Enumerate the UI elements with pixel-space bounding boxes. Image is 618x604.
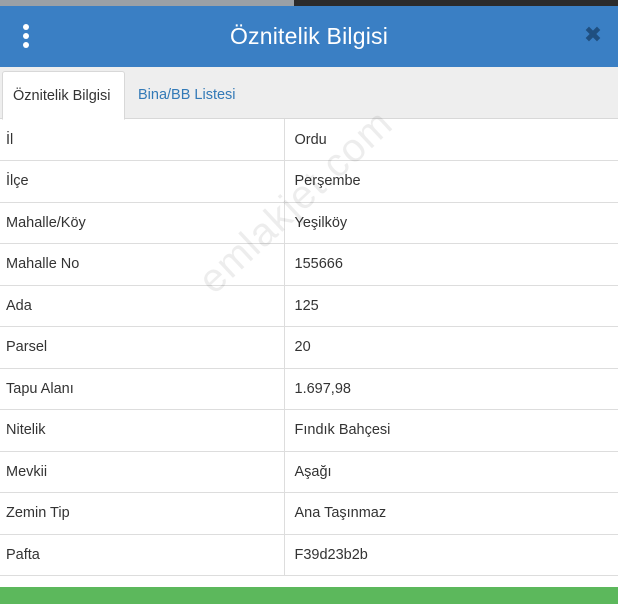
- table-row: Zemin Tip Ana Taşınmaz: [0, 492, 618, 535]
- table-row: İl Ordu: [0, 119, 618, 161]
- row-value: 1.697,98: [284, 368, 618, 410]
- attribute-table: İl Ordu İlçe Perşembe Mahalle/Köy Yeşilk…: [0, 119, 618, 576]
- row-key: Mahalle No: [0, 243, 285, 286]
- table-row: Mahalle/Köy Yeşilköy: [0, 202, 618, 244]
- dialog-header: Öznitelik Bilgisi ✖: [0, 6, 618, 67]
- table-row: Parsel 20: [0, 326, 618, 369]
- row-key: Mahalle/Köy: [0, 202, 285, 244]
- row-value: 155666: [284, 243, 618, 286]
- row-value: 125: [284, 285, 618, 327]
- row-key: Zemin Tip: [0, 492, 285, 535]
- row-key: İl: [0, 119, 285, 161]
- row-key: Ada: [0, 285, 285, 327]
- table-row: Mahalle No 155666: [0, 243, 618, 286]
- row-key: İlçe: [0, 160, 285, 203]
- vertical-ellipsis-icon-dot: [23, 33, 29, 39]
- row-value: Ordu: [284, 119, 618, 161]
- row-key: Tapu Alanı: [0, 368, 285, 410]
- row-value: Fındık Bahçesi: [284, 409, 618, 452]
- row-key: Pafta: [0, 534, 285, 576]
- vertical-ellipsis-icon-dot: [23, 42, 29, 48]
- table-row: Pafta F39d23b2b: [0, 534, 618, 576]
- close-icon[interactable]: ✖: [582, 24, 604, 46]
- tab-oznitelik-bilgisi[interactable]: Öznitelik Bilgisi: [2, 71, 125, 120]
- table-row: Ada 125: [0, 285, 618, 327]
- table-row: Tapu Alanı 1.697,98: [0, 368, 618, 410]
- table-row: Mevkii Aşağı: [0, 451, 618, 493]
- row-key: Nitelik: [0, 409, 285, 452]
- row-value: F39d23b2b: [284, 534, 618, 576]
- dialog-title: Öznitelik Bilgisi: [229, 23, 389, 49]
- row-value: Aşağı: [284, 451, 618, 493]
- table-row: Nitelik Fındık Bahçesi: [0, 409, 618, 452]
- row-value: 20: [284, 326, 618, 369]
- menu-button[interactable]: [16, 18, 36, 54]
- tab-bina-bb-listesi[interactable]: Bina/BB Listesi: [128, 71, 246, 119]
- row-value: Perşembe: [284, 160, 618, 203]
- table-row: İlçe Perşembe: [0, 160, 618, 203]
- row-key: Mevkii: [0, 451, 285, 493]
- row-value: Yeşilköy: [284, 202, 618, 244]
- row-key: Parsel: [0, 326, 285, 369]
- tab-bar: Öznitelik Bilgisi Bina/BB Listesi: [0, 67, 618, 120]
- vertical-ellipsis-icon: [23, 24, 29, 30]
- bottom-accent-bar: [0, 587, 618, 604]
- row-value: Ana Taşınmaz: [284, 492, 618, 535]
